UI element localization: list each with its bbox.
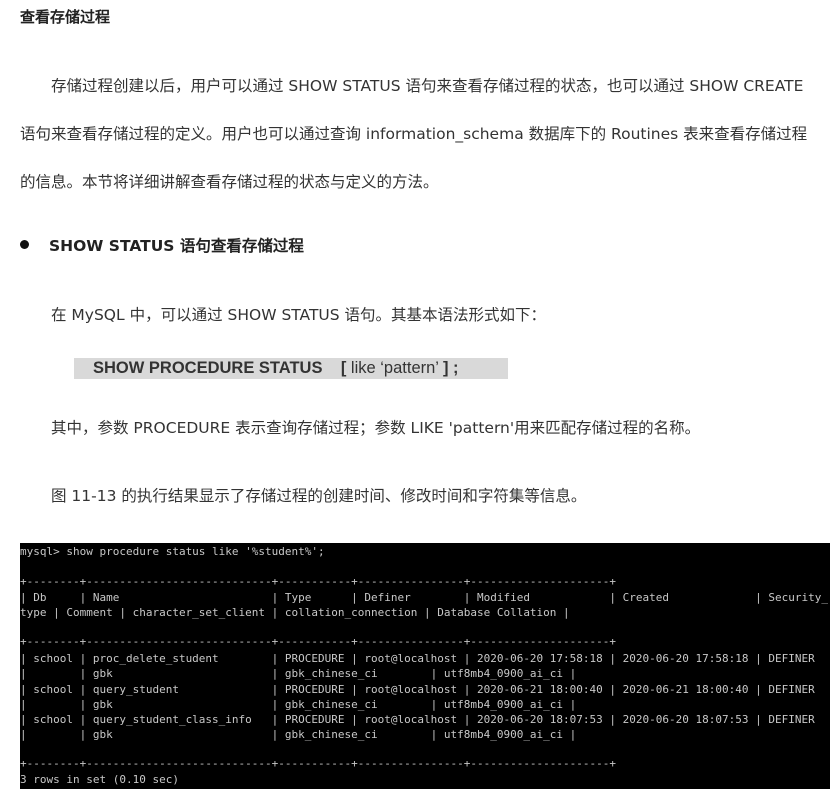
terminal-screenshot: mysql> show procedure status like '%stud… bbox=[20, 543, 830, 789]
terminal-row-1-line-2: | | gbk | gbk_chinese_ci | utf8mb4_0900_… bbox=[20, 667, 577, 680]
terminal-separator: +--------+----------------------------+-… bbox=[20, 757, 617, 770]
terminal-row-2-line-1: | school | query_student | PROCEDURE | r… bbox=[20, 683, 815, 696]
terminal-header-line-1: | Db | Name | Type | Definer | Modified … bbox=[20, 591, 828, 604]
terminal-separator: +--------+----------------------------+-… bbox=[20, 575, 617, 588]
syntax-code-box: SHOW PROCEDURE STATUS [ like ‘pattern’ ]… bbox=[74, 358, 508, 379]
syntax-pattern: like ‘pattern’ bbox=[346, 359, 443, 377]
terminal-row-3-line-2: | | gbk | gbk_chinese_ci | utf8mb4_0900_… bbox=[20, 728, 577, 741]
terminal-row-2-line-2: | | gbk | gbk_chinese_ci | utf8mb4_0900_… bbox=[20, 698, 577, 711]
terminal-row-1-line-1: | school | proc_delete_student | PROCEDU… bbox=[20, 652, 815, 665]
syntax-keyword: SHOW PROCEDURE STATUS bbox=[93, 359, 323, 377]
terminal-footer: 3 rows in set (0.10 sec) bbox=[20, 773, 179, 786]
figure-note: 图 11-13 的执行结果显示了存储过程的创建时间、修改时间和字符集等信息。 bbox=[20, 487, 587, 505]
intro-line-2: 语句来查看存储过程的定义。用户也可以通过查询 information_schem… bbox=[20, 125, 808, 143]
param-note: 其中，参数 PROCEDURE 表示查询存储过程；参数 LIKE 'patter… bbox=[20, 419, 701, 437]
terminal-separator: +--------+----------------------------+-… bbox=[20, 635, 617, 648]
syntax-semicolon: ; bbox=[448, 359, 459, 377]
bullet-dot-icon bbox=[20, 240, 29, 249]
section-heading: 查看存储过程 bbox=[20, 8, 111, 26]
bullet-heading: SHOW STATUS 语句查看存储过程 bbox=[20, 234, 304, 256]
intro-line-3: 的信息。本节将详细讲解查看存储过程的状态与定义的方法。 bbox=[20, 173, 439, 191]
intro-line-1: 存储过程创建以后，用户可以通过 SHOW STATUS 语句来查看存储过程的状态… bbox=[20, 77, 804, 95]
terminal-header-line-2: type | Comment | character_set_client | … bbox=[20, 606, 570, 619]
terminal-command: mysql> show procedure status like '%stud… bbox=[20, 545, 325, 558]
bullet-title: SHOW STATUS 语句查看存储过程 bbox=[49, 237, 304, 255]
terminal-row-3-line-1: | school | query_student_class_info | PR… bbox=[20, 713, 815, 726]
syntax-intro: 在 MySQL 中，可以通过 SHOW STATUS 语句。其基本语法形式如下： bbox=[20, 306, 547, 324]
